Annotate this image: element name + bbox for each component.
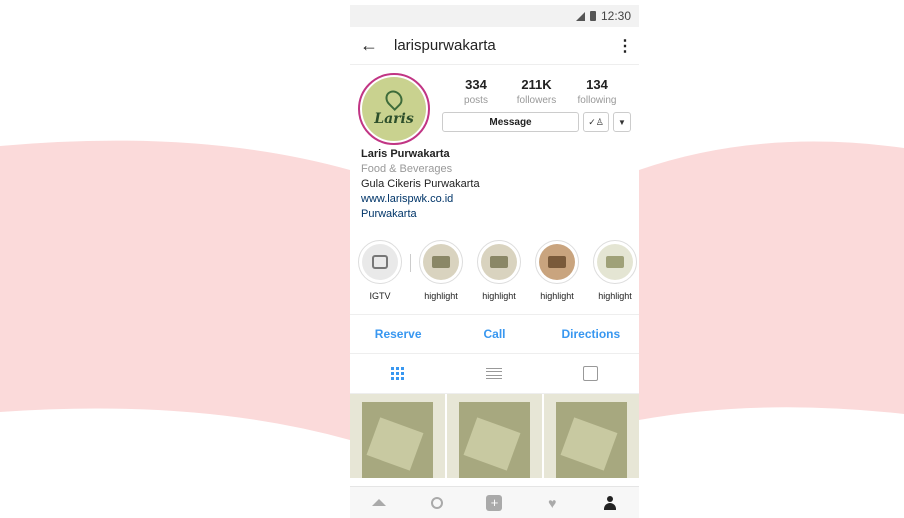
nav-home[interactable] xyxy=(371,495,387,511)
bio-category: Food & Beverages xyxy=(361,163,453,175)
product-box-image xyxy=(490,256,508,268)
tagged-icon xyxy=(583,366,599,381)
stats-row: 334 posts 211K followers 134 following xyxy=(442,71,631,106)
nav-add[interactable]: + xyxy=(486,494,503,511)
call-button[interactable]: Call xyxy=(446,327,542,341)
highlight-label: highlight xyxy=(424,291,458,301)
nav-search[interactable] xyxy=(429,495,445,511)
stat-label: followers xyxy=(516,95,557,106)
highlight-divider xyxy=(410,254,411,272)
leaf-logo-icon xyxy=(381,86,407,112)
bottom-nav: + ♥ xyxy=(350,486,639,518)
highlight-label: highlight xyxy=(482,291,516,301)
highlight-circle xyxy=(358,240,402,284)
product-box-image xyxy=(548,256,566,268)
tab-grid[interactable] xyxy=(350,366,446,381)
stat-value: 134 xyxy=(586,77,608,92)
product-box-image xyxy=(432,256,450,268)
highlight-igtv[interactable]: IGTV xyxy=(358,240,402,314)
highlight-item[interactable]: highlight xyxy=(535,240,579,314)
highlight-circle xyxy=(535,240,579,284)
stat-followers[interactable]: 211K followers xyxy=(507,77,567,106)
contact-actions: Reserve Call Directions xyxy=(350,314,639,354)
highlight-cover xyxy=(481,244,517,280)
bio-description: Gula Cikeris Purwakarta xyxy=(361,178,480,190)
highlight-circle xyxy=(419,240,463,284)
story-highlights: IGTV highlight highlight highlight highl… xyxy=(350,222,639,314)
profile-username: larispurwakarta xyxy=(394,37,496,54)
suggestions-dropdown-button[interactable]: ▼ xyxy=(613,112,631,132)
nav-profile[interactable] xyxy=(602,495,618,511)
phone-screen: 12:30 ← larispurwakarta ⋮ Laris 334 post… xyxy=(350,5,639,518)
stat-label: posts xyxy=(464,95,488,106)
profile-tabs xyxy=(350,354,639,394)
highlight-item[interactable]: highlight xyxy=(593,240,637,314)
add-icon: + xyxy=(486,494,503,511)
nav-activity[interactable]: ♥ xyxy=(544,495,560,511)
avatar[interactable]: Laris xyxy=(358,73,430,145)
status-bar: 12:30 xyxy=(350,5,639,27)
bio-website-link[interactable]: www.larispwk.co.id xyxy=(361,192,628,207)
highlight-item[interactable]: highlight xyxy=(477,240,521,314)
back-arrow-icon[interactable]: ← xyxy=(360,35,386,56)
highlight-label: highlight xyxy=(598,291,632,301)
highlight-circle xyxy=(593,240,637,284)
follow-check-user-icon: ✓♙ xyxy=(588,116,604,127)
message-button[interactable]: Message xyxy=(442,112,579,132)
avatar-image: Laris xyxy=(362,77,426,141)
profile-stats-area: 334 posts 211K followers 134 following M… xyxy=(442,71,631,145)
highlight-label: highlight xyxy=(540,291,574,301)
profile-actions: Message ✓♙ ▼ xyxy=(442,112,631,132)
tab-tagged[interactable] xyxy=(543,366,639,381)
stage: 12:30 ← larispurwakarta ⋮ Laris 334 post… xyxy=(0,0,904,518)
product-box-image xyxy=(606,256,624,268)
bio-location-link[interactable]: Purwakarta xyxy=(361,207,628,222)
profile-header: Laris 334 posts 211K followers 134 follo… xyxy=(350,65,639,145)
highlight-cover xyxy=(597,244,633,280)
list-icon xyxy=(486,367,503,380)
highlight-circle xyxy=(477,240,521,284)
home-icon xyxy=(371,499,386,506)
battery-icon xyxy=(589,11,596,21)
stat-value: 334 xyxy=(465,77,487,92)
directions-button[interactable]: Directions xyxy=(543,327,639,341)
bio-name: Laris Purwakarta xyxy=(361,148,450,160)
highlight-cover xyxy=(362,244,398,280)
stat-following[interactable]: 134 following xyxy=(567,77,627,106)
chevron-down-icon: ▼ xyxy=(618,117,626,127)
highlight-label: IGTV xyxy=(369,291,391,301)
grid-icon xyxy=(391,366,405,381)
profile-icon xyxy=(603,495,617,510)
search-icon xyxy=(430,496,443,509)
more-vert-icon[interactable]: ⋮ xyxy=(617,36,633,56)
tab-list[interactable] xyxy=(446,367,542,380)
reserve-button[interactable]: Reserve xyxy=(350,327,446,341)
status-time: 12:30 xyxy=(600,9,631,23)
avatar-brand-text: Laris xyxy=(374,111,414,127)
highlight-item[interactable]: highlight xyxy=(419,240,463,314)
following-button[interactable]: ✓♙ xyxy=(583,112,609,132)
stat-value: 211K xyxy=(521,77,552,92)
post-thumbnail[interactable] xyxy=(544,394,639,478)
heart-icon: ♥ xyxy=(548,494,557,511)
post-thumbnail[interactable] xyxy=(447,394,542,478)
signal-icon xyxy=(575,11,585,21)
posts-grid xyxy=(350,394,639,478)
stat-posts[interactable]: 334 posts xyxy=(446,77,506,106)
post-thumbnail[interactable] xyxy=(350,394,445,478)
profile-bio: Laris Purwakarta Food & Beverages Gula C… xyxy=(350,145,639,222)
top-bar: ← larispurwakarta ⋮ xyxy=(350,27,639,65)
highlight-cover xyxy=(423,244,459,280)
igtv-icon xyxy=(372,255,388,269)
stat-label: following xyxy=(577,95,617,106)
highlight-cover xyxy=(539,244,575,280)
